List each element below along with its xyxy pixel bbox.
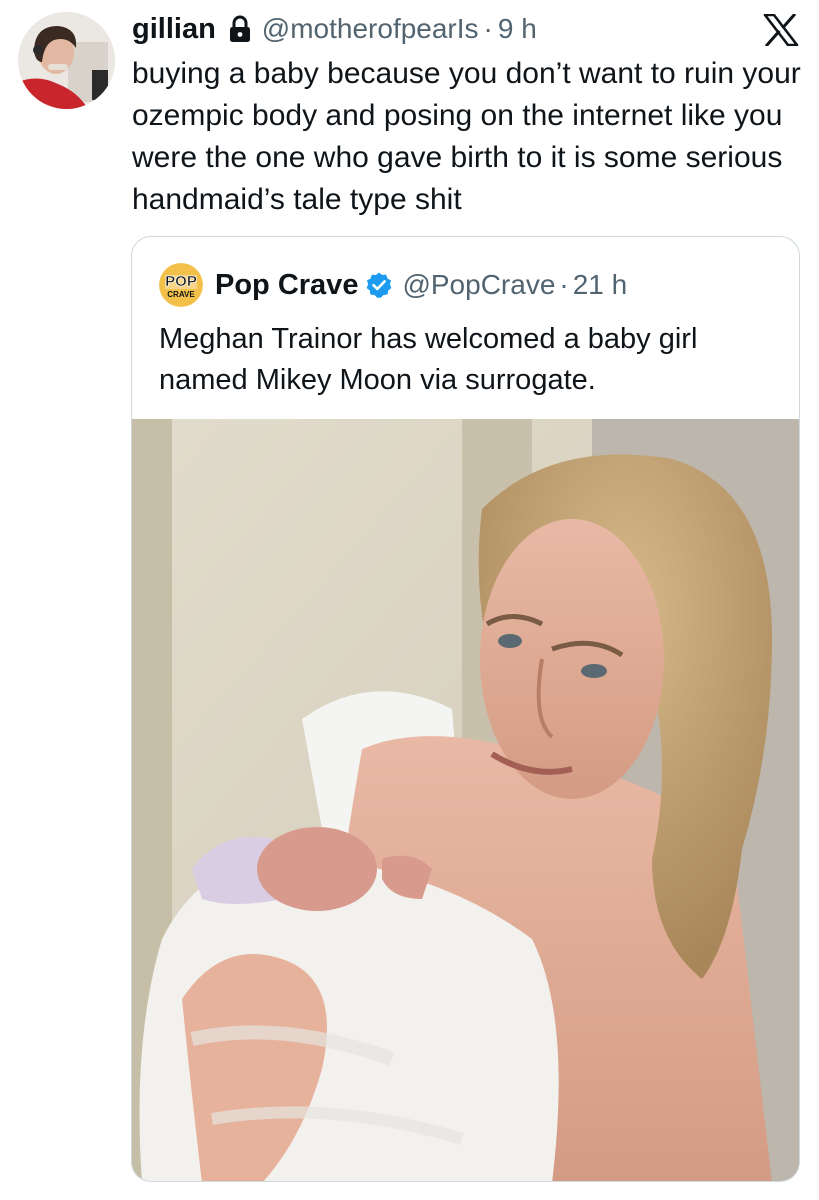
separator-dot: · — [483, 13, 493, 44]
quoted-tweet-timestamp[interactable]: 21 h — [573, 269, 628, 301]
tweet-photo[interactable] — [132, 419, 799, 1181]
tweet-timestamp[interactable]: 9 h — [498, 13, 537, 45]
quoted-author-handle[interactable]: @PopCrave — [402, 269, 555, 301]
tweet-text: buying a baby because you don’t want to … — [132, 57, 801, 216]
tweet: gillian @motherofpearIs · 9 h buying a b… — [0, 0, 819, 1200]
quoted-author-display-name[interactable]: Pop Crave — [215, 269, 358, 302]
tweet-header: gillian @motherofpearIs · 9 h — [132, 10, 537, 48]
quoted-tweet-text: Meghan Trainor has welcomed a baby girl … — [159, 323, 698, 396]
verified-badge-icon — [365, 271, 393, 299]
pop-crave-logo[interactable]: POP CRAVE — [159, 263, 203, 307]
svg-text:POP: POP — [165, 273, 197, 290]
lock-icon — [228, 15, 252, 43]
quoted-tweet-header: POP CRAVE Pop Crave @PopCrave · 21 h — [159, 263, 628, 307]
svg-text:CRAVE: CRAVE — [167, 290, 195, 299]
separator-dot: · — [559, 269, 569, 300]
author-handle[interactable]: @motherofpearIs — [262, 13, 479, 45]
author-display-name[interactable]: gillian — [132, 13, 216, 46]
x-logo-icon — [763, 14, 799, 46]
quoted-tweet[interactable]: POP CRAVE Pop Crave @PopCrave · 21 h Meg… — [131, 236, 800, 1182]
user-avatar[interactable] — [18, 12, 115, 109]
